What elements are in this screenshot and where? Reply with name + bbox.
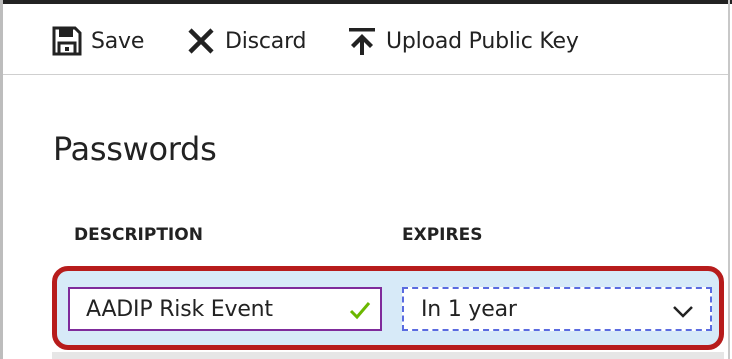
expires-dropdown[interactable]: In 1 year — [402, 287, 712, 331]
save-label: Save — [91, 28, 145, 54]
description-input[interactable]: AADIP Risk Event — [68, 287, 382, 331]
upload-label: Upload Public Key — [386, 28, 579, 54]
upload-public-key-button[interactable]: Upload Public Key — [346, 24, 579, 58]
next-row-edge — [52, 352, 724, 359]
chevron-down-icon — [672, 300, 694, 322]
window-right-border — [728, 0, 730, 359]
discard-label: Discard — [225, 28, 307, 54]
description-value: AADIP Risk Event — [86, 296, 273, 322]
checkmark-icon — [348, 298, 372, 322]
column-header-description: DESCRIPTION — [74, 225, 203, 245]
command-bar: Save Discard Upload Public Key — [3, 4, 728, 75]
section-title: Passwords — [53, 130, 217, 168]
discard-button[interactable]: Discard — [185, 24, 307, 58]
save-icon — [51, 25, 83, 57]
save-button[interactable]: Save — [51, 24, 144, 58]
column-header-expires: EXPIRES — [402, 225, 483, 245]
upload-icon — [346, 25, 378, 57]
close-icon — [185, 25, 217, 57]
expires-value: In 1 year — [421, 296, 517, 322]
